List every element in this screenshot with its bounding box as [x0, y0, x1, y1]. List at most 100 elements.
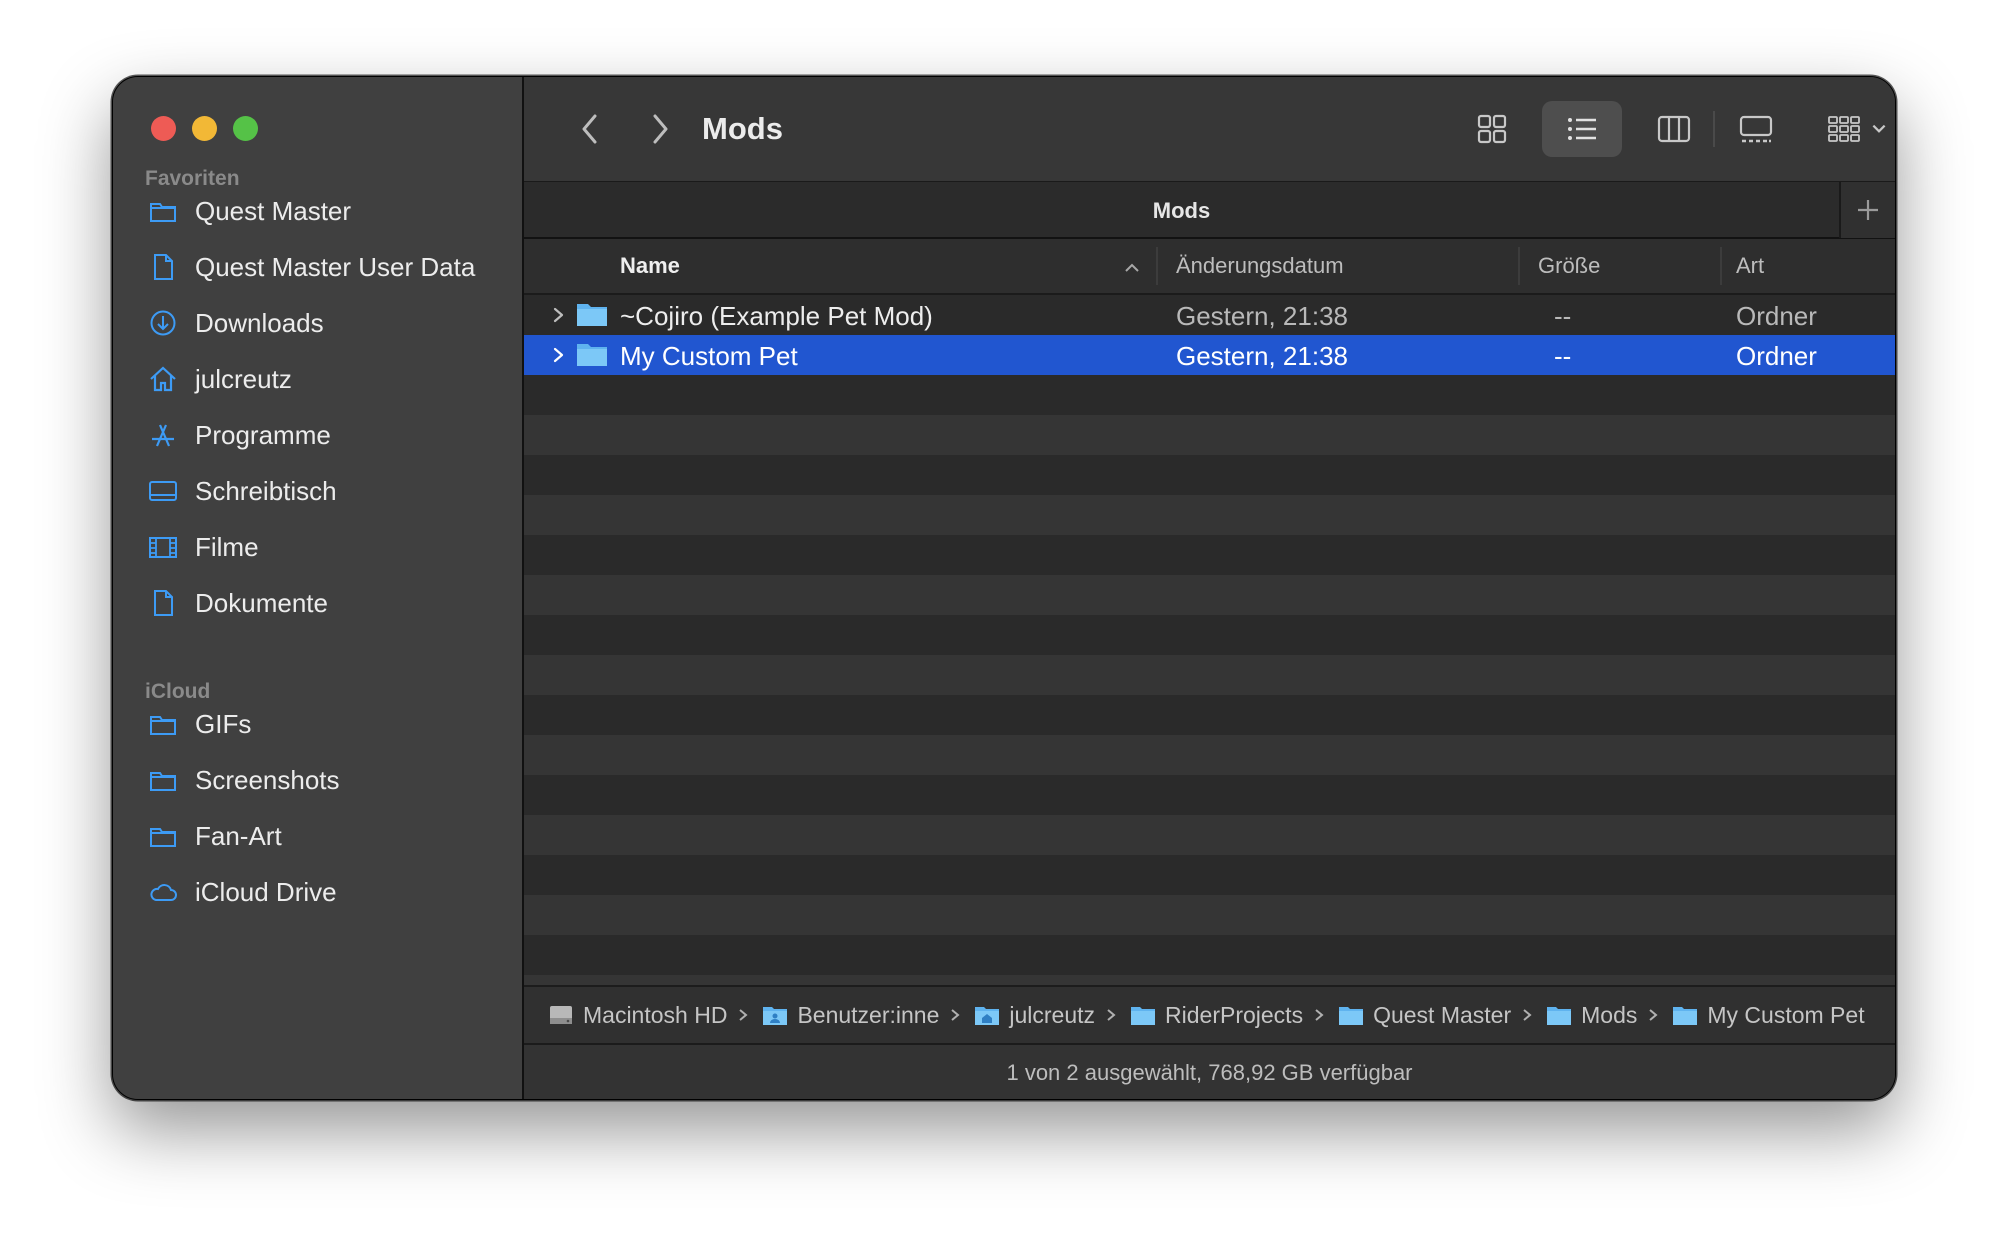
document-icon — [147, 587, 179, 619]
path-item-riderprojects[interactable]: RiderProjects — [1130, 1002, 1338, 1029]
status-bar: 1 von 2 ausgewählt, 768,92 GB verfügbar — [524, 1045, 1895, 1099]
empty-row — [524, 455, 1895, 495]
path-item-my-custom-pet[interactable]: My Custom Pet — [1672, 1002, 1865, 1029]
columns-icon — [1657, 115, 1691, 143]
folder-icon — [147, 195, 179, 227]
icon-view-button[interactable] — [1462, 101, 1522, 157]
sort-ascending-icon — [1125, 263, 1139, 272]
chevron-right-icon — [1649, 1009, 1658, 1021]
empty-row — [524, 775, 1895, 815]
window-title: Mods — [702, 111, 783, 146]
new-tab-button[interactable] — [1839, 182, 1895, 238]
list-view-button[interactable] — [1542, 101, 1622, 157]
tab-bar: Mods — [524, 181, 1895, 239]
column-divider[interactable] — [1156, 247, 1158, 285]
empty-row — [524, 495, 1895, 535]
desktop-icon — [147, 475, 179, 507]
sidebar-section-favorites: Favoriten — [145, 167, 240, 190]
empty-row — [524, 935, 1895, 975]
sidebar-item-label: Quest Master User Data — [195, 251, 476, 282]
chevron-right-icon — [1315, 1009, 1324, 1021]
sidebar-item-dokumente[interactable]: Dokumente — [147, 582, 507, 624]
chevron-down-icon — [1872, 124, 1886, 133]
tab-mods[interactable]: Mods — [524, 198, 1839, 224]
downloads-icon — [147, 307, 179, 339]
folder-icon — [147, 764, 179, 796]
folder-icon — [577, 344, 607, 366]
column-header: Name Änderungsdatum Größe Art — [524, 239, 1895, 295]
path-item-quest-master[interactable]: Quest Master — [1338, 1002, 1546, 1029]
group-by-button[interactable] — [1814, 101, 1895, 157]
empty-row — [524, 615, 1895, 655]
path-item-mods[interactable]: Mods — [1546, 1002, 1672, 1029]
sidebar-item-quest-master[interactable]: Quest Master — [147, 190, 507, 232]
column-size-header[interactable]: Größe — [1538, 253, 1600, 279]
column-divider[interactable] — [1518, 247, 1520, 285]
file-kind: Ordner — [1736, 301, 1817, 331]
disclosure-triangle-icon[interactable] — [550, 303, 566, 327]
close-window-button[interactable] — [151, 116, 176, 141]
folder-icon — [1547, 1007, 1572, 1025]
hard-drive-icon — [550, 1006, 572, 1024]
column-view-button[interactable] — [1644, 101, 1704, 157]
sidebar-item-fan-art[interactable]: Fan-Art — [147, 815, 507, 857]
empty-row — [524, 535, 1895, 575]
main-pane: Mods Mods Name Änderungsdatum Größe Art … — [524, 77, 1895, 1099]
minimize-window-button[interactable] — [192, 116, 217, 141]
sidebar-item-label: Filme — [195, 531, 259, 562]
column-date-header[interactable]: Änderungsdatum — [1176, 253, 1344, 279]
file-name: My Custom Pet — [620, 341, 798, 371]
sidebar-item-label: GIFs — [195, 708, 252, 739]
sidebar-section-icloud: iCloud — [145, 680, 211, 703]
empty-row — [524, 695, 1895, 735]
empty-row — [524, 815, 1895, 855]
path-item-benutzer[interactable]: Benutzer:inne — [762, 1002, 974, 1029]
chevron-right-icon — [739, 1009, 748, 1021]
users-folder-icon — [763, 1007, 788, 1025]
sidebar-item-icloud-drive[interactable]: iCloud Drive — [147, 871, 507, 913]
chevron-right-icon — [653, 114, 668, 144]
empty-row — [524, 895, 1895, 935]
home-icon — [147, 363, 179, 395]
folder-icon — [147, 820, 179, 852]
film-icon — [147, 531, 179, 563]
list-icon — [1568, 118, 1596, 140]
sidebar-item-label: Downloads — [195, 307, 324, 338]
file-row-my-custom-pet[interactable]: My Custom Pet Gestern, 21:38 -- Ordner — [524, 335, 1895, 375]
toolbar: Mods — [524, 77, 1895, 181]
gallery-view-button[interactable] — [1724, 101, 1788, 157]
column-kind-header[interactable]: Art — [1736, 253, 1764, 279]
sidebar-item-screenshots[interactable]: Screenshots — [147, 759, 507, 801]
sidebar-item-label: Programme — [195, 419, 331, 450]
sidebar-item-schreibtisch[interactable]: Schreibtisch — [147, 470, 507, 512]
gallery-icon — [1739, 115, 1773, 143]
path-item-macintosh-hd[interactable]: Macintosh HD — [548, 1002, 762, 1029]
disclosure-triangle-icon[interactable] — [550, 343, 566, 367]
file-kind: Ordner — [1736, 341, 1817, 371]
chevron-right-icon — [1523, 1009, 1532, 1021]
sidebar-item-programme[interactable]: Programme — [147, 414, 507, 456]
cloud-icon — [147, 876, 179, 908]
column-name-header[interactable]: Name — [620, 253, 680, 279]
empty-row — [524, 375, 1895, 415]
empty-row — [524, 655, 1895, 695]
folder-icon — [577, 304, 607, 326]
sidebar-item-downloads[interactable]: Downloads — [147, 302, 507, 344]
zoom-window-button[interactable] — [233, 116, 258, 141]
forward-button[interactable] — [638, 107, 682, 151]
path-bar: Macintosh HD Benutzer:inne julcreutz Rid… — [524, 985, 1895, 1045]
file-list: ~Cojiro (Example Pet Mod) Gestern, 21:38… — [524, 295, 1895, 985]
sidebar-item-julcreutz[interactable]: julcreutz — [147, 358, 507, 400]
file-date: Gestern, 21:38 — [1176, 341, 1348, 371]
back-button[interactable] — [568, 107, 612, 151]
folder-icon — [1131, 1007, 1156, 1025]
sidebar-item-quest-master-user-data[interactable]: Quest Master User Data — [147, 246, 507, 288]
file-row-cojiro[interactable]: ~Cojiro (Example Pet Mod) Gestern, 21:38… — [524, 295, 1895, 335]
sidebar-item-label: julcreutz — [195, 363, 292, 394]
empty-row — [524, 575, 1895, 615]
sidebar-item-filme[interactable]: Filme — [147, 526, 507, 568]
sidebar-item-gifs[interactable]: GIFs — [147, 703, 507, 745]
empty-row — [524, 855, 1895, 895]
column-divider[interactable] — [1720, 247, 1722, 285]
path-item-julcreutz[interactable]: julcreutz — [974, 1002, 1130, 1029]
